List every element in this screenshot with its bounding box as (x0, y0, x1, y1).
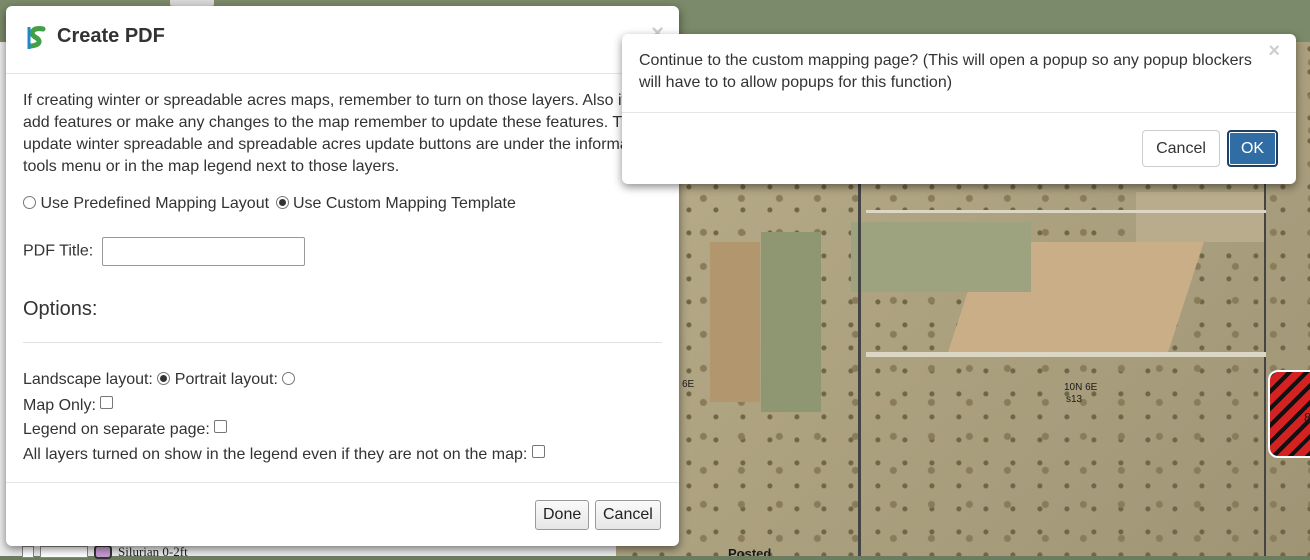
confirm-message-line: will have to to allow popups for this fu… (639, 74, 953, 91)
map-label: 10N 6E (1064, 382, 1098, 393)
legend-separate-label: Legend on separate page: (23, 421, 210, 438)
intro-line: tools menu or in the map legend next to … (23, 158, 400, 175)
map-road (866, 352, 1266, 357)
map-road (1264, 184, 1266, 556)
predefined-layout-radio[interactable] (23, 196, 36, 209)
intro-line: update winter spreadable and spreadable … (23, 136, 634, 153)
legend-row-slider[interactable] (40, 546, 88, 558)
confirm-message: Continue to the custom mapping page? (Th… (639, 50, 1252, 94)
done-button[interactable]: Done (535, 500, 590, 530)
confirm-cancel-button[interactable]: Cancel (1142, 130, 1220, 167)
custom-template-label[interactable]: Use Custom Mapping Template (293, 195, 516, 212)
pdf-title-input[interactable] (101, 237, 305, 266)
map-field (761, 232, 821, 412)
legend-separate-checkbox[interactable] (214, 420, 228, 433)
map-only-checkbox[interactable] (100, 396, 114, 409)
map-field (1136, 192, 1266, 242)
portrait-radio[interactable] (282, 372, 296, 385)
dialog-title: Create PDF (57, 25, 165, 47)
map-road (866, 210, 1266, 213)
create-pdf-dialog: Create PDF × If creating winter or sprea… (6, 6, 679, 546)
intro-line: add features or make any changes to the … (23, 114, 640, 131)
all-layers-label: All layers turned on show in the legend … (23, 446, 528, 463)
confirm-message-line: Continue to the custom mapping page? (Th… (639, 52, 1252, 69)
intro-text: If creating winter or spreadable acres m… (23, 90, 663, 182)
cancel-button[interactable]: Cancel (595, 500, 661, 530)
map-road (858, 184, 861, 556)
orientation-row: Landscape layout: Portrait layout: (23, 371, 296, 389)
dialog-body: If creating winter or spreadable acres m… (6, 74, 679, 482)
intro-line: If creating winter or spreadable acres m… (23, 92, 639, 109)
all-layers-row: All layers turned on show in the legend … (23, 445, 545, 464)
dialog-footer: Done Cancel (6, 482, 679, 546)
dialog-header: Create PDF × (6, 6, 679, 74)
options-divider (23, 342, 662, 343)
predefined-layout-label[interactable]: Use Predefined Mapping Layout (40, 195, 269, 212)
map-label: 6E (682, 379, 695, 390)
confirm-divider (622, 112, 1296, 113)
pdf-title-row: PDF Title: (23, 237, 305, 266)
pdf-title-label: PDF Title: (23, 242, 94, 260)
map-field (710, 242, 760, 402)
map-label: 8 (1304, 410, 1310, 425)
map-field (851, 222, 1031, 292)
custom-template-radio[interactable] (275, 196, 289, 209)
options-heading: Options: (23, 298, 98, 320)
legend-row: Silurian 0-2ft (22, 544, 188, 560)
map-label: Posted (728, 546, 772, 556)
legend-swatch (94, 545, 112, 559)
app-logo-icon (25, 25, 49, 51)
map-only-row: Map Only: (23, 396, 114, 415)
all-layers-checkbox[interactable] (531, 445, 545, 458)
confirm-ok-button[interactable]: OK (1227, 130, 1278, 167)
confirm-dialog: Continue to the custom mapping page? (Th… (622, 34, 1296, 184)
map-label: s13 (1066, 394, 1083, 405)
close-icon[interactable]: × (1268, 40, 1280, 63)
legend-row-checkbox[interactable] (22, 546, 34, 558)
layout-choice-row: Use Predefined Mapping Layout Use Custom… (23, 195, 516, 213)
landscape-label: Landscape layout: (23, 371, 153, 388)
legend-separate-row: Legend on separate page: (23, 420, 228, 439)
portrait-label: Portrait layout: (174, 371, 278, 388)
landscape-radio[interactable] (157, 372, 171, 385)
legend-row-label: Silurian 0-2ft (118, 544, 188, 559)
map-only-label: Map Only: (23, 397, 96, 414)
